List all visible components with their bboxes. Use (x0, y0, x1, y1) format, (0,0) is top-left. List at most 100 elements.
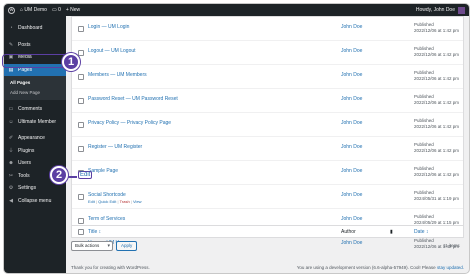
step-badge-2: 2 (50, 166, 68, 184)
date-value: 2022/12/06 at 1:42 pm (414, 148, 460, 153)
date-column-header[interactable]: Date ↕ (414, 229, 428, 235)
howdy-label: Howdy, John Doe (415, 7, 455, 13)
sidebar-item-plugins[interactable]: ⏚ Plugins (4, 145, 66, 158)
page-title-link[interactable]: Password Reset — UM Password Reset (88, 96, 178, 102)
main-content: Login — UM Login John Doe Published 2022/12… (66, 16, 469, 273)
comment-icon: ▭ (8, 106, 14, 113)
date-cell: Published 2022/12/06 at 1:42 pm (414, 142, 459, 154)
row-checkbox[interactable] (78, 218, 84, 224)
account-menu[interactable]: Howdy, John Doe (415, 6, 465, 14)
status-label: Published (414, 94, 434, 99)
wordpress-logo-icon[interactable] (8, 6, 15, 14)
site-name-link[interactable]: ⌂ UM Demo (20, 7, 47, 13)
row-actions: Edit | Quick Edit | Trash | View (88, 199, 142, 204)
new-content-link[interactable]: + New (66, 7, 80, 13)
author-link[interactable]: John Doe (341, 144, 362, 150)
date-value: 2022/12/06 at 1:42 pm (414, 172, 460, 177)
author-link[interactable]: John Doe (341, 120, 362, 126)
apply-button[interactable]: Apply (116, 241, 138, 251)
sidebar-item-label: Ultimate Member (18, 118, 57, 125)
bulk-actions-select[interactable]: Bulk actions (71, 241, 113, 251)
date-cell: Published 2022/12/06 at 1:42 pm (414, 22, 459, 34)
author-link[interactable]: John Doe (341, 168, 362, 174)
table-row: Register — UM Register John Doe Published 2… (72, 137, 463, 161)
date-value: 2022/12/06 at 1:42 pm (414, 124, 460, 129)
date-value: 2024/05/31 at 1:19 pm (414, 196, 460, 201)
author-link[interactable]: John Doe (341, 24, 362, 30)
row-checkbox[interactable] (78, 26, 84, 32)
status-label: Published (414, 142, 434, 147)
author-link[interactable]: John Doe (341, 48, 362, 54)
sidebar-item-label: Comments (18, 106, 43, 113)
row-checkbox[interactable] (78, 194, 84, 200)
row-checkbox[interactable] (78, 50, 84, 56)
sidebar-item-appearance[interactable]: ✐ Appearance (4, 132, 66, 145)
row-action-trash[interactable]: Trash (120, 199, 130, 204)
row-checkbox[interactable] (78, 146, 84, 152)
sidebar-item-label: Posts (18, 41, 31, 48)
user-icon: ☺ (8, 118, 14, 125)
row-action-view[interactable]: View (133, 199, 142, 204)
pin-icon: ✎ (8, 41, 14, 48)
sidebar-item-posts[interactable]: ✎ Posts (4, 39, 66, 52)
author-link[interactable]: John Doe (341, 192, 362, 198)
dashboard-icon: ◔ (9, 25, 13, 32)
bulk-actions-bar: Bulk actions Apply (71, 241, 138, 251)
collapse-icon: ◀ (9, 197, 13, 204)
row-action-quick-edit[interactable]: Quick Edit (98, 199, 116, 204)
footer-version: You are using a development version (6.6… (297, 265, 464, 270)
date-value: 2022/12/06 at 1:42 pm (414, 100, 460, 105)
submenu-all-pages[interactable]: All Pages (4, 78, 66, 88)
author-column-header: Author (341, 229, 356, 235)
edit-callout[interactable]: Edit (78, 171, 93, 179)
page-title-link[interactable]: Members — UM Members (88, 72, 147, 78)
status-label: Published (414, 238, 434, 243)
author-link[interactable]: John Doe (341, 96, 362, 102)
page-title-link[interactable]: Logout — UM Logout (88, 48, 136, 54)
row-checkbox[interactable] (78, 122, 84, 128)
stay-updated-link[interactable]: stay updated. (437, 265, 464, 270)
row-checkbox[interactable] (78, 74, 84, 80)
comments-link[interactable]: ▭ 0 (52, 7, 61, 13)
sidebar-item-label: Settings (18, 185, 37, 192)
table-row: Privacy Policy — Privacy Policy Page John… (72, 113, 463, 137)
select-all-checkbox[interactable] (78, 229, 84, 235)
status-label: Published (414, 166, 434, 171)
status-label: Published (414, 46, 434, 51)
sidebar-item-label: Appearance (18, 135, 45, 142)
comment-icon[interactable]: ▮ (390, 229, 393, 235)
version-text: You are using a development version (6.6… (296, 265, 436, 270)
pointer-line-2 (68, 176, 77, 178)
comments-count: 0 (58, 7, 61, 13)
status-label: Published (414, 70, 434, 75)
submenu-add-new-page[interactable]: Add New Page (4, 88, 66, 98)
page-title-link[interactable]: Privacy Policy — Privacy Policy Page (88, 120, 171, 126)
row-action-edit[interactable]: Edit (88, 199, 95, 204)
sidebar-item-ultimate-member[interactable]: ☺ Ultimate Member (4, 116, 66, 129)
page-title-link[interactable]: Login — UM Login (88, 24, 129, 30)
page-title-link[interactable]: Social Shortcode (88, 192, 126, 198)
page-title-link[interactable]: Sample Page (88, 168, 118, 174)
avatar (458, 6, 465, 14)
author-link[interactable]: John Doe (341, 72, 362, 78)
page-title-link[interactable]: Term of Services (88, 216, 125, 222)
browser-frame: ⌂ UM Demo ▭ 0 + New Howdy, John Doe ◔ Das… (3, 3, 470, 274)
collapse-menu-button[interactable]: ◀ Collapse menu (4, 195, 66, 208)
date-cell: Published 2022/12/06 at 1:42 pm (414, 70, 459, 82)
author-link[interactable]: John Doe (341, 240, 362, 246)
date-value: 2022/12/06 at 1:42 pm (414, 52, 460, 57)
status-label: Published (414, 22, 434, 27)
sidebar-item-comments[interactable]: ▭ Comments (4, 103, 66, 116)
plug-icon: ⏚ (8, 148, 14, 155)
title-column-header[interactable]: Title ↕ (88, 229, 101, 235)
sidebar-item-label: Dashboard (18, 25, 43, 32)
site-name: UM Demo (24, 7, 47, 13)
page-title-link[interactable]: Register — UM Register (88, 144, 142, 150)
step-badge-1: 1 (62, 53, 80, 71)
brush-icon: ✐ (8, 135, 14, 142)
row-checkbox[interactable] (78, 98, 84, 104)
pages-highlight-outline (2, 54, 68, 68)
author-link[interactable]: John Doe (341, 216, 362, 222)
sidebar-item-dashboard[interactable]: ◔ Dashboard (4, 22, 66, 35)
wrench-icon: ✂ (8, 172, 14, 179)
